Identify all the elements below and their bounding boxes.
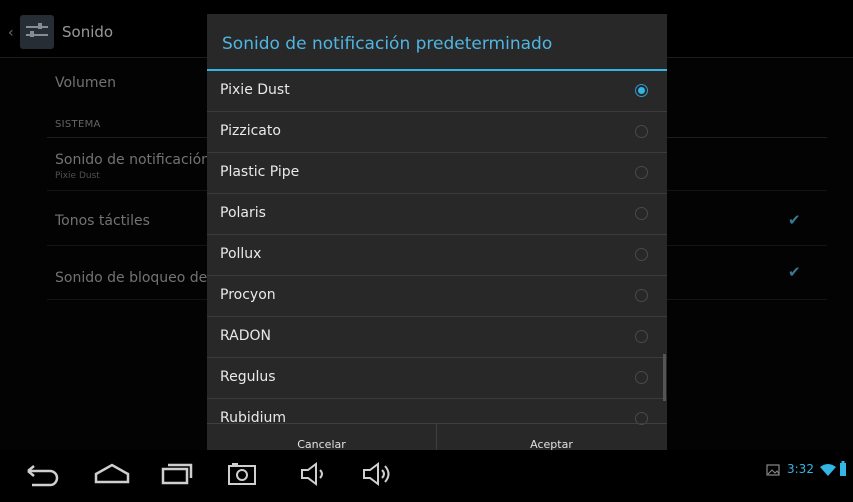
ringtone-label: RADON [220,328,272,344]
ringtone-label: Pollux [220,246,262,262]
ringtone-label: Procyon [220,287,276,303]
back-icon[interactable] [22,460,62,488]
home-icon[interactable] [92,460,132,488]
ringtone-label: Pixie Dust [220,82,290,98]
radio-button[interactable] [635,166,648,179]
recent-apps-icon[interactable] [157,460,197,488]
volume-up-icon[interactable] [360,460,396,488]
ringtone-list[interactable]: Pixie Dust Pizzicato Plastic Pipe Polari… [207,71,667,435]
clock[interactable]: 3:32 [787,462,814,476]
ringtone-item[interactable]: Polaris [207,194,667,235]
radio-button[interactable] [635,289,648,302]
ringtone-item[interactable]: Procyon [207,276,667,317]
ringtone-label: Polaris [220,205,266,221]
ringtone-item[interactable]: Pixie Dust [207,71,667,112]
ringtone-item[interactable]: Regulus [207,358,667,399]
wifi-icon [820,464,836,476]
dialog-title: Sonido de notificación predeterminado [222,34,553,54]
screenshot-icon[interactable] [226,460,258,488]
battery-icon [840,461,846,476]
ringtone-label: Pizzicato [220,123,281,139]
volume-down-icon[interactable] [298,460,330,488]
scrollbar[interactable] [663,354,666,401]
image-notification-icon[interactable] [766,464,780,476]
screen: ‹ Sonido Volumen SISTEMA Sonido de notif… [0,0,853,502]
ringtone-item[interactable]: Pollux [207,235,667,276]
navigation-bar: 3:32 [0,450,853,502]
ringtone-label: Plastic Pipe [220,164,300,180]
ringtone-item[interactable]: Plastic Pipe [207,153,667,194]
ringtone-item[interactable]: Pizzicato [207,112,667,153]
ringtone-item[interactable]: RADON [207,317,667,358]
radio-button[interactable] [635,84,648,97]
ringtone-dialog: Sonido de notificación predeterminado Pi… [207,14,667,464]
radio-button[interactable] [635,248,648,261]
ringtone-label: Regulus [220,369,276,385]
radio-button[interactable] [635,371,648,384]
radio-button[interactable] [635,125,648,138]
radio-button[interactable] [635,330,648,343]
radio-button[interactable] [635,207,648,220]
